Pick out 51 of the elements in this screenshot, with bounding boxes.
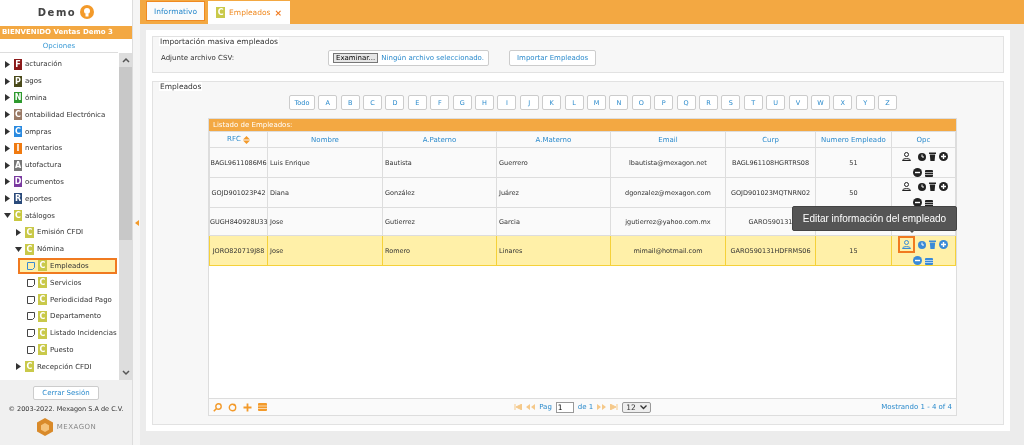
collapsed-arrow-icon[interactable] [4,77,11,85]
collapsed-arrow-icon[interactable] [4,144,11,152]
category-badge: F [14,58,22,70]
close-icon[interactable]: × [274,7,282,18]
category-badge: D [14,176,22,188]
catalog-badge: C [25,226,34,238]
table-icon[interactable] [925,169,934,177]
collapsed-arrow-icon[interactable] [4,60,11,68]
chevron-down-icon [639,404,647,410]
lightbulb-icon [80,5,95,19]
tooltip: Editar información del empleado [791,206,958,231]
catalog-badge: C [38,344,47,356]
scroll-up-icon[interactable] [121,57,130,63]
catalog-badge: C [38,327,47,339]
category-badge: C [14,210,22,222]
collapsed-arrow-icon[interactable] [4,178,11,186]
category-badge: C [14,126,22,138]
catalog-badge: C [216,7,226,18]
minus-circle-icon[interactable] [913,168,923,177]
category-badge: R [14,193,22,205]
collapsed-arrow-icon[interactable] [4,195,11,203]
table-icon[interactable] [925,199,934,207]
trash-icon[interactable] [929,152,937,161]
catalog-badge: C [25,243,34,255]
trash-icon[interactable] [929,182,937,191]
tooltip-arrow [906,228,917,233]
catalog-badge: C [38,294,47,306]
category-badge: I [14,142,22,154]
expanded-arrow-icon[interactable] [15,245,22,253]
collapsed-arrow-icon[interactable] [15,363,22,371]
clock-icon[interactable] [918,152,927,161]
scroll-down-icon[interactable] [121,370,130,376]
category-badge: N [14,92,22,104]
collapsed-arrow-icon[interactable] [15,228,22,236]
logo-text: Demo [37,6,77,18]
collapsed-arrow-icon[interactable] [4,128,11,136]
collapsed-arrow-icon[interactable] [4,111,11,119]
catalog-badge: C [25,361,34,373]
scrollbar[interactable] [119,53,132,380]
category-badge: C [14,109,22,121]
catalog-badge: C [38,310,47,322]
category-badge: A [14,159,22,171]
category-badge: P [14,75,22,87]
collapsed-arrow-icon[interactable] [4,161,11,169]
plus-circle-icon[interactable] [939,152,949,161]
catalog-badge: C [38,260,47,272]
clock-icon[interactable] [918,182,927,191]
expanded-arrow-icon[interactable] [4,212,11,220]
catalog-badge: C [38,277,47,289]
collapsed-arrow-icon[interactable] [4,94,11,102]
plus-circle-icon[interactable] [939,182,949,191]
